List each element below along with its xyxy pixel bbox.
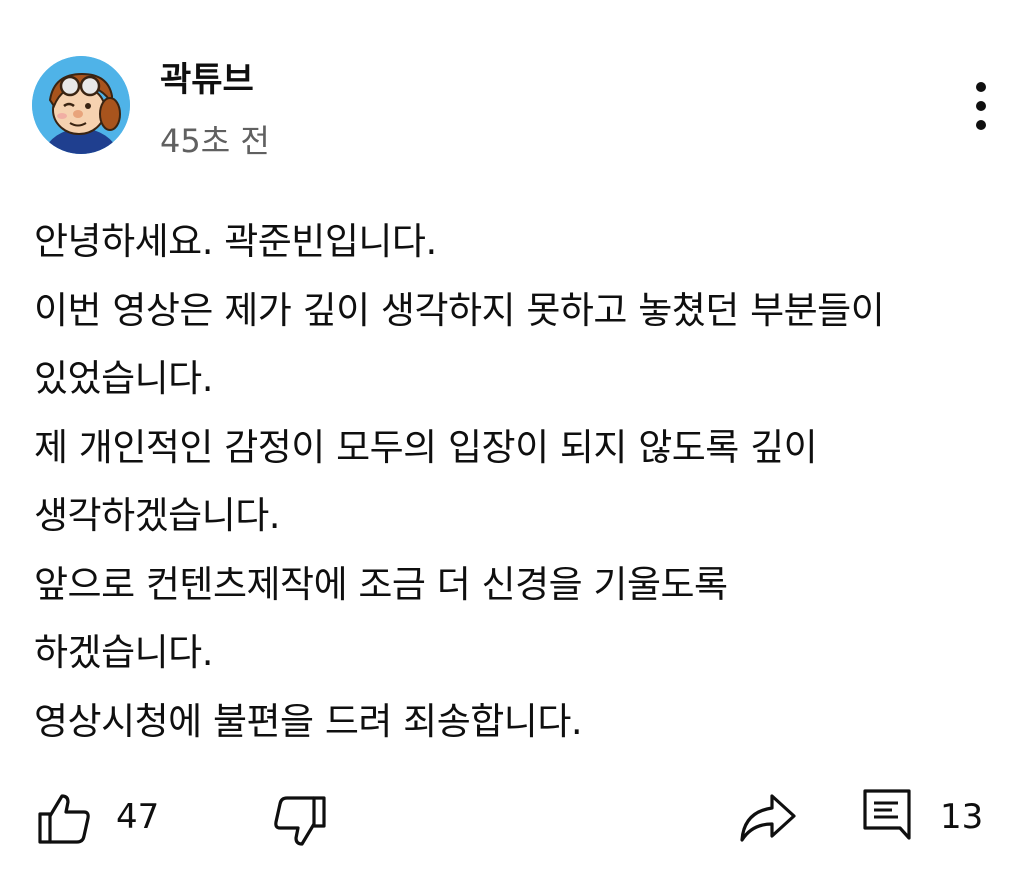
post-timestamp: 45초 전 (160, 122, 270, 160)
dislike-button[interactable] (272, 794, 328, 850)
more-vertical-icon (976, 82, 986, 92)
comment-count: 13 (940, 797, 984, 837)
like-count: 47 (116, 797, 160, 837)
cartoon-character-avatar-icon (32, 56, 130, 154)
post-body-line: 앞으로 컨텐츠제작에 조금 더 신경을 기울도록 (34, 562, 728, 606)
more-options-button[interactable] (960, 76, 1004, 136)
thumbs-up-icon (38, 794, 90, 844)
post-body-line: 안녕하세요. 곽준빈입니다. (34, 220, 437, 263)
community-post: 곽튜브 45초 전 안녕하세요. 곽준빈입니다. 이번 영상은 제가 깊이 생각… (0, 0, 1024, 883)
share-icon (740, 794, 796, 842)
post-body-line: 이번 영상은 제가 깊이 생각하지 못하고 놓쳤던 부분들이 (34, 288, 885, 332)
comment-icon (863, 789, 911, 840)
post-body-line: 있었습니다. (34, 357, 213, 400)
post-body-line: 하겠습니다. (34, 631, 213, 674)
more-vertical-icon-dot (976, 120, 986, 130)
like-button[interactable] (36, 790, 92, 846)
post-body-line: 영상시청에 불편을 드려 죄송합니다. (34, 699, 583, 743)
post-body: 안녕하세요. 곽준빈입니다. 이번 영상은 제가 깊이 생각하지 못하고 놓쳤던… (34, 208, 994, 756)
more-vertical-icon-dot (976, 101, 986, 111)
post-body-line: 생각하겠습니다. (34, 494, 281, 537)
thumbs-down-icon (274, 796, 326, 846)
comment-button[interactable] (862, 788, 912, 844)
channel-name[interactable]: 곽튜브 (160, 52, 254, 101)
channel-avatar[interactable] (32, 56, 130, 154)
share-button[interactable] (738, 792, 798, 844)
post-body-line: 제 개인적인 감정이 모두의 입장이 되지 않도록 깊이 (34, 425, 818, 469)
